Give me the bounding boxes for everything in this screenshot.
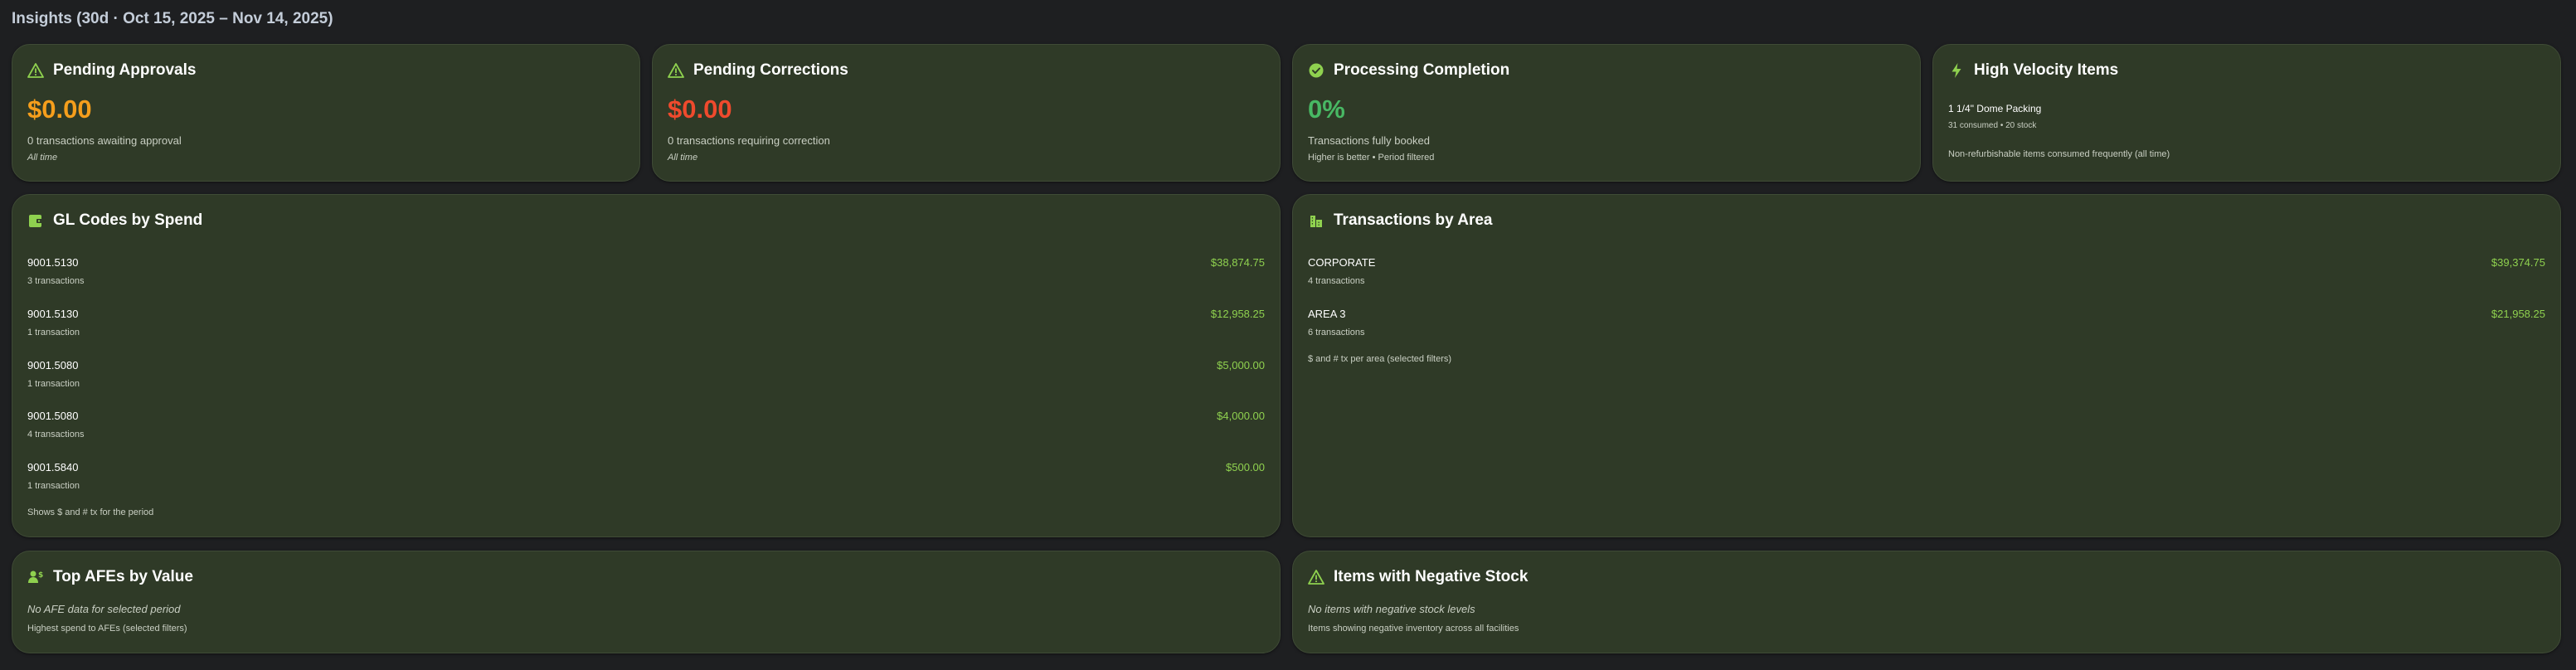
card-title: Pending Corrections <box>693 61 848 79</box>
warning-triangle-icon <box>27 62 44 79</box>
card-title: Items with Negative Stock <box>1334 568 1529 585</box>
transaction-count: 4 transactions <box>1308 276 1365 286</box>
transaction-count: 6 transactions <box>1308 328 1365 337</box>
gl-code: 9001.5130 <box>27 308 79 320</box>
wallet-icon <box>27 212 44 229</box>
list-item[interactable]: 9001.5130 1 transaction $12,958.25 <box>27 308 1265 337</box>
negative-stock-footer: Items showing negative inventory across … <box>1308 624 1519 634</box>
processing-completion-note: Higher is better • Period filtered <box>1308 153 1435 163</box>
card-title: Transactions by Area <box>1334 211 1493 229</box>
warning-triangle-icon <box>668 62 684 79</box>
lightning-bolt-icon <box>1948 62 1965 79</box>
transaction-count: 1 transaction <box>27 481 80 491</box>
card-title: Top AFEs by Value <box>53 568 193 585</box>
area-amount: $21,958.25 <box>2491 308 2545 320</box>
high-velocity-card[interactable]: High Velocity Items 1 1/4" Dome Packing … <box>1932 44 2561 182</box>
page-title: Insights (30d · Oct 15, 2025 – Nov 14, 2… <box>12 10 333 27</box>
user-money-icon: $ <box>27 569 44 585</box>
high-velocity-item-detail: 31 consumed • 20 stock <box>1948 121 2037 130</box>
card-title: GL Codes by Spend <box>53 211 203 229</box>
svg-text:$: $ <box>38 571 43 580</box>
gl-amount: $5,000.00 <box>1217 359 1265 371</box>
area-amount: $39,374.75 <box>2491 256 2545 269</box>
top-afes-empty: No AFE data for selected period <box>27 603 181 615</box>
pending-approvals-card[interactable]: Pending Approvals $0.00 0 transactions a… <box>12 44 640 182</box>
area-name: AREA 3 <box>1308 308 1346 320</box>
gl-amount: $12,958.25 <box>1210 308 1265 320</box>
high-velocity-note: Non-refurbishable items consumed frequen… <box>1948 149 2170 159</box>
pending-corrections-description: 0 transactions requiring correction <box>668 134 830 147</box>
card-title: Processing Completion <box>1334 61 1510 79</box>
transaction-count: 4 transactions <box>27 430 85 439</box>
gl-code: 9001.5080 <box>27 359 79 371</box>
pending-approvals-description: 0 transactions awaiting approval <box>27 134 182 147</box>
areas-card: Transactions by Area CORPORATE 4 transac… <box>1292 194 2561 537</box>
area-name: CORPORATE <box>1308 256 1376 269</box>
processing-completion-value: 0% <box>1308 95 1345 124</box>
gl-code: 9001.5080 <box>27 410 79 422</box>
card-title: High Velocity Items <box>1974 61 2119 79</box>
transaction-count: 1 transaction <box>27 328 80 337</box>
negative-stock-empty: No items with negative stock levels <box>1308 603 1475 615</box>
pending-approvals-value: $0.00 <box>27 95 92 124</box>
gl-codes-card: GL Codes by Spend 9001.5130 3 transactio… <box>12 194 1281 537</box>
pending-approvals-note: All time <box>27 153 58 163</box>
pending-corrections-card[interactable]: Pending Corrections $0.00 0 transactions… <box>652 44 1281 182</box>
transaction-count: 3 transactions <box>27 276 85 286</box>
gl-amount: $38,874.75 <box>1210 256 1265 269</box>
list-item[interactable]: 9001.5840 1 transaction $500.00 <box>27 461 1265 491</box>
list-item[interactable]: 9001.5130 3 transactions $38,874.75 <box>27 256 1265 286</box>
gl-codes-footer: Shows $ and # tx for the period <box>27 507 154 517</box>
gl-code: 9001.5130 <box>27 256 79 269</box>
check-circle-icon <box>1308 62 1324 79</box>
high-velocity-item-name[interactable]: 1 1/4" Dome Packing <box>1948 103 2041 114</box>
warning-triangle-icon <box>1308 569 1324 585</box>
top-afes-card: $ Top AFEs by Value No AFE data for sele… <box>12 551 1281 653</box>
processing-completion-description: Transactions fully booked <box>1308 134 1430 147</box>
gl-amount: $500.00 <box>1226 461 1265 473</box>
gl-code: 9001.5840 <box>27 461 79 473</box>
top-afes-footer: Highest spend to AFEs (selected filters) <box>27 624 187 634</box>
pending-corrections-value: $0.00 <box>668 95 732 124</box>
list-item[interactable]: CORPORATE 4 transactions $39,374.75 <box>1308 256 2545 286</box>
list-item[interactable]: 9001.5080 4 transactions $4,000.00 <box>27 410 1265 439</box>
transaction-count: 1 transaction <box>27 379 80 389</box>
negative-stock-card: Items with Negative Stock No items with … <box>1292 551 2561 653</box>
pending-corrections-note: All time <box>668 153 698 163</box>
list-item[interactable]: AREA 3 6 transactions $21,958.25 <box>1308 308 2545 337</box>
building-icon <box>1308 212 1324 229</box>
areas-footer: $ and # tx per area (selected filters) <box>1308 354 1452 364</box>
card-title: Pending Approvals <box>53 61 197 79</box>
gl-amount: $4,000.00 <box>1217 410 1265 422</box>
processing-completion-card[interactable]: Processing Completion 0% Transactions fu… <box>1292 44 1921 182</box>
list-item[interactable]: 9001.5080 1 transaction $5,000.00 <box>27 359 1265 389</box>
